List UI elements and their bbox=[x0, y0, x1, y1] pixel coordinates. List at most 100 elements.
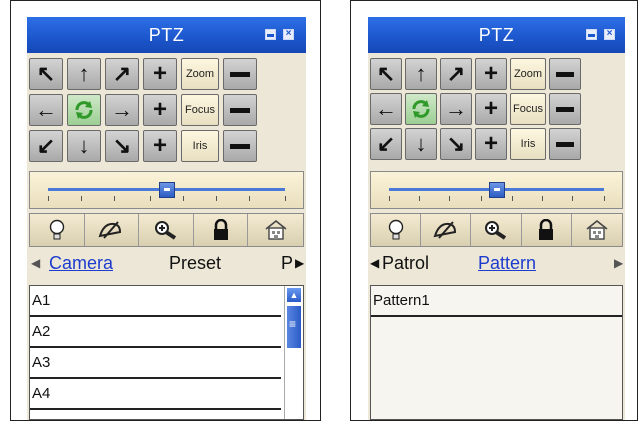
scroll-thumb[interactable] bbox=[287, 306, 301, 348]
title-bar: PTZ × bbox=[368, 17, 625, 53]
minus-icon bbox=[230, 71, 250, 77]
zoom-in-button[interactable]: + bbox=[475, 58, 507, 90]
3d-zoom-button[interactable] bbox=[139, 214, 194, 246]
auto-scan-button[interactable] bbox=[67, 94, 101, 126]
tab-scroll-right-icon[interactable]: ▶ bbox=[614, 256, 623, 270]
pattern-list: Pattern1 bbox=[370, 285, 623, 420]
refresh-icon bbox=[75, 101, 93, 119]
iris-open-button[interactable]: + bbox=[475, 128, 507, 160]
arrow-down-icon: ↓ bbox=[415, 131, 427, 156]
pan-right-button[interactable]: → bbox=[440, 93, 472, 125]
slider-thumb[interactable] bbox=[488, 182, 505, 198]
title-bar: PTZ × bbox=[27, 17, 306, 53]
tab-patrol[interactable]: Patrol bbox=[382, 253, 429, 274]
tab-scroll-left-icon[interactable]: ◀ bbox=[31, 256, 40, 270]
arrow-down-left-icon: ↙ bbox=[376, 131, 396, 156]
zoom-label: Zoom bbox=[181, 58, 219, 90]
lock-button[interactable] bbox=[522, 214, 572, 246]
home-icon bbox=[586, 219, 608, 240]
pan-left-button[interactable]: ← bbox=[370, 93, 402, 125]
light-button[interactable] bbox=[30, 214, 85, 246]
wiper-icon bbox=[433, 221, 456, 239]
home-button[interactable] bbox=[248, 214, 303, 246]
pan-up-left-button[interactable]: ↖ bbox=[370, 58, 402, 90]
tab-scroll-left-icon[interactable]: ◀ bbox=[370, 256, 379, 270]
slider-thumb[interactable] bbox=[158, 182, 175, 198]
list-item[interactable]: A1 bbox=[30, 286, 281, 317]
lock-icon bbox=[213, 219, 228, 240]
tab-preset[interactable]: Preset bbox=[169, 253, 221, 274]
zoom-out-button[interactable] bbox=[549, 58, 581, 90]
zoom-out-button[interactable] bbox=[223, 58, 257, 90]
minus-icon bbox=[556, 106, 574, 112]
pan-down-left-button[interactable]: ↙ bbox=[370, 128, 402, 160]
minimize-button[interactable] bbox=[586, 29, 597, 40]
tab-pattern[interactable]: Pattern bbox=[478, 253, 536, 274]
tab-patrol-partial[interactable]: P bbox=[281, 253, 293, 274]
tilt-up-button[interactable]: ↑ bbox=[405, 58, 437, 90]
3d-zoom-button[interactable] bbox=[471, 214, 522, 246]
pan-up-left-button[interactable]: ↖ bbox=[29, 58, 63, 90]
lock-button[interactable] bbox=[194, 214, 249, 246]
list-item[interactable]: A2 bbox=[30, 317, 281, 348]
ptz-panel: PTZ × ↖ ↑ ↗ + Zoom ← → + Focus ↙ ↓ ↘ + I… bbox=[368, 17, 625, 420]
ptz-control-grid: ↖ ↑ ↗ + Zoom ← → + Focus ↙ ↓ ↘ + Iris bbox=[368, 55, 625, 165]
lock-icon bbox=[539, 219, 554, 240]
pan-down-right-button[interactable]: ↘ bbox=[440, 128, 472, 160]
zoom-in-icon bbox=[154, 221, 177, 240]
home-icon bbox=[265, 219, 287, 240]
list-item[interactable]: A4 bbox=[30, 379, 281, 410]
ptz-control-grid: ↖ ↑ ↗ + Zoom ← → + Focus ↙ ↓ ↘ + Iris bbox=[27, 55, 306, 165]
pan-down-left-button[interactable]: ↙ bbox=[29, 130, 63, 162]
iris-open-button[interactable]: + bbox=[143, 130, 177, 162]
pan-down-right-button[interactable]: ↘ bbox=[105, 130, 139, 162]
minus-icon bbox=[556, 71, 574, 77]
home-button[interactable] bbox=[572, 214, 622, 246]
close-button[interactable]: × bbox=[283, 29, 294, 40]
speed-slider[interactable] bbox=[29, 171, 304, 209]
tab-strip: ◀ Patrol Pattern ▶ bbox=[368, 247, 625, 281]
focus-near-button[interactable]: + bbox=[143, 94, 177, 126]
pan-right-button[interactable]: → bbox=[105, 94, 139, 126]
arrow-down-left-icon: ↙ bbox=[36, 133, 56, 158]
scroll-up-icon[interactable]: ▲ bbox=[287, 288, 301, 302]
arrow-up-left-icon: ↖ bbox=[36, 61, 56, 86]
focus-near-button[interactable]: + bbox=[475, 93, 507, 125]
tilt-down-button[interactable]: ↓ bbox=[67, 130, 101, 162]
tab-camera[interactable]: Camera bbox=[49, 253, 113, 274]
light-icon bbox=[49, 219, 64, 240]
pan-up-right-button[interactable]: ↗ bbox=[105, 58, 139, 90]
arrow-left-icon: ← bbox=[375, 96, 397, 121]
iris-close-button[interactable] bbox=[549, 128, 581, 160]
list-item[interactable]: A3 bbox=[30, 348, 281, 379]
speed-slider[interactable] bbox=[370, 171, 623, 209]
refresh-icon bbox=[412, 100, 430, 118]
ptz-window-right: PTZ × ↖ ↑ ↗ + Zoom ← → + Focus ↙ ↓ ↘ + I… bbox=[350, 0, 638, 421]
arrow-down-right-icon: ↘ bbox=[112, 133, 132, 158]
arrow-down-icon: ↓ bbox=[78, 133, 90, 158]
focus-label: Focus bbox=[181, 94, 219, 126]
list-scrollbar[interactable]: ▲ bbox=[284, 286, 303, 419]
auto-scan-button[interactable] bbox=[405, 93, 437, 125]
focus-label: Focus bbox=[510, 93, 546, 125]
arrow-up-left-icon: ↖ bbox=[376, 61, 396, 86]
minimize-button[interactable] bbox=[265, 29, 276, 40]
tilt-up-button[interactable]: ↑ bbox=[67, 58, 101, 90]
tab-strip: ◀ Camera Preset P ▶ bbox=[27, 247, 306, 281]
light-button[interactable] bbox=[371, 214, 422, 246]
close-button[interactable]: × bbox=[604, 29, 615, 40]
pan-up-right-button[interactable]: ↗ bbox=[440, 58, 472, 90]
focus-far-button[interactable] bbox=[549, 93, 581, 125]
tab-scroll-right-icon[interactable]: ▶ bbox=[295, 256, 304, 270]
tilt-down-button[interactable]: ↓ bbox=[405, 128, 437, 160]
wiper-button[interactable] bbox=[421, 214, 472, 246]
window-title: PTZ bbox=[148, 25, 185, 45]
wiper-button[interactable] bbox=[85, 214, 140, 246]
window-title: PTZ bbox=[478, 25, 515, 45]
focus-far-button[interactable] bbox=[223, 94, 257, 126]
zoom-in-button[interactable]: + bbox=[143, 58, 177, 90]
iris-close-button[interactable] bbox=[223, 130, 257, 162]
list-item[interactable]: Pattern1 bbox=[371, 286, 622, 317]
minus-icon bbox=[556, 141, 574, 147]
pan-left-button[interactable]: ← bbox=[29, 94, 63, 126]
